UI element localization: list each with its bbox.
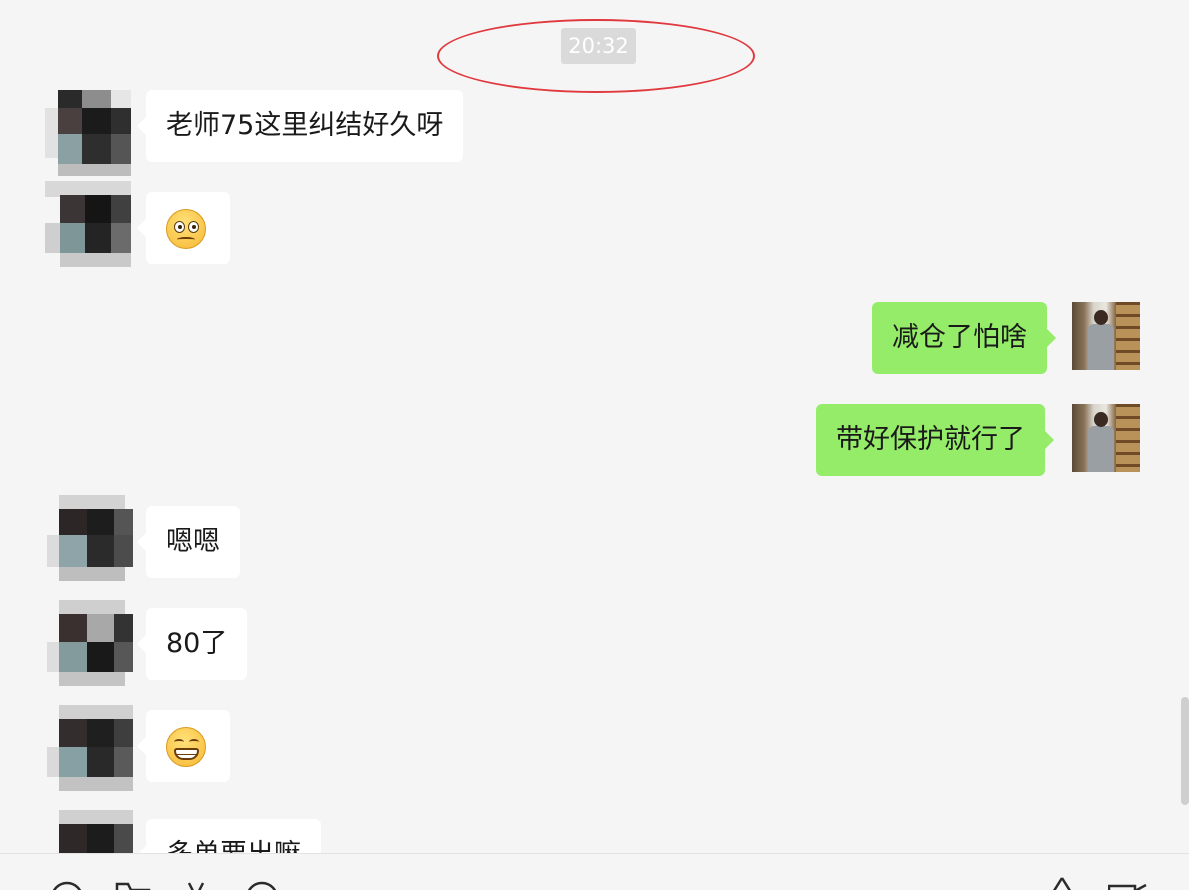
message-bubble[interactable]: 带好保护就行了 [816, 404, 1054, 476]
contact-avatar[interactable] [47, 810, 133, 853]
folder-icon[interactable] [115, 881, 151, 890]
message-bubble[interactable]: 80了 [136, 608, 248, 680]
message-text: 减仓了怕啥 [892, 322, 1027, 353]
video-call-icon[interactable] [1108, 881, 1148, 890]
scrollbar-thumb[interactable] [1181, 697, 1189, 805]
scissors-icon[interactable] [184, 881, 208, 890]
voice-call-icon[interactable] [1050, 876, 1074, 890]
message-text: 80了 [166, 628, 228, 659]
message-text: 老师75这里纠结好久呀 [166, 110, 444, 141]
contact-avatar[interactable] [45, 90, 131, 176]
contact-avatar[interactable] [47, 705, 133, 791]
message-bubble[interactable]: 减仓了怕啥 [872, 302, 1056, 374]
chat-message-area[interactable]: 20:32 老师75这里纠结好久呀 减仓了怕啥 带好保护就行了 嗯嗯 80了 [0, 0, 1189, 853]
red-annotation-circle [437, 19, 755, 93]
grinning-face-emoji [166, 727, 206, 767]
message-bubble[interactable]: 嗯嗯 [137, 506, 240, 578]
contact-avatar[interactable] [45, 181, 131, 267]
self-avatar[interactable] [1072, 404, 1140, 472]
input-toolbar [0, 853, 1189, 890]
chat-history-icon[interactable] [245, 881, 279, 890]
message-bubble[interactable] [137, 710, 230, 782]
message-text: 多单要出嘛 [166, 839, 301, 853]
woozy-face-emoji [166, 209, 206, 249]
contact-avatar[interactable] [47, 495, 133, 581]
message-bubble[interactable]: 多单要出嘛 [137, 819, 321, 853]
message-bubble[interactable]: 老师75这里纠结好久呀 [136, 90, 464, 162]
contact-avatar[interactable] [47, 600, 133, 686]
emoji-icon[interactable] [50, 881, 84, 890]
self-avatar[interactable] [1072, 302, 1140, 370]
message-bubble[interactable] [137, 192, 230, 264]
message-text: 带好保护就行了 [836, 424, 1025, 455]
message-text: 嗯嗯 [166, 526, 220, 557]
